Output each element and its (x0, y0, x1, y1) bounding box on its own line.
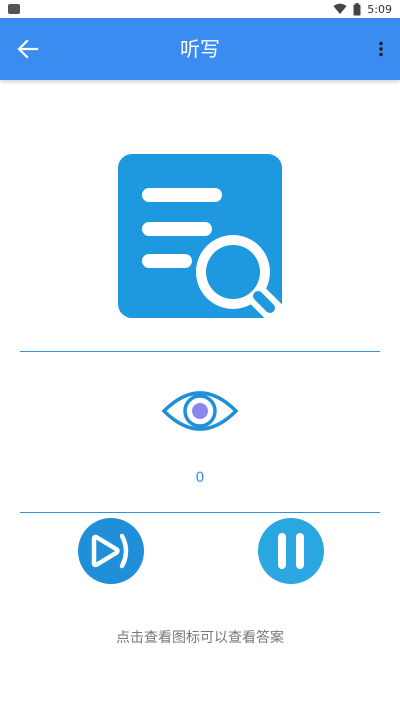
more-vert-icon (379, 41, 383, 57)
eye-icon (161, 391, 239, 431)
more-options-button[interactable] (374, 37, 388, 61)
wifi-icon (333, 3, 347, 15)
divider-top (20, 351, 380, 352)
notification-icon (8, 4, 20, 14)
page-title: 听写 (180, 37, 220, 61)
status-time: 5:09 (367, 2, 392, 16)
hint-text: 点击查看图标可以查看答案 (116, 630, 284, 646)
view-answer-button[interactable] (160, 385, 240, 437)
pause-icon (278, 533, 304, 569)
pause-button[interactable] (258, 518, 324, 584)
play-next-icon (91, 533, 129, 569)
view-count: 0 (195, 470, 205, 486)
divider-bottom (20, 512, 380, 513)
document-search-icon (118, 154, 284, 320)
app-bar: 听写 (0, 18, 400, 80)
battery-icon (353, 2, 361, 15)
play-next-button[interactable] (78, 518, 144, 584)
status-right: 5:09 (333, 2, 392, 16)
status-bar: 5:09 (0, 0, 400, 18)
